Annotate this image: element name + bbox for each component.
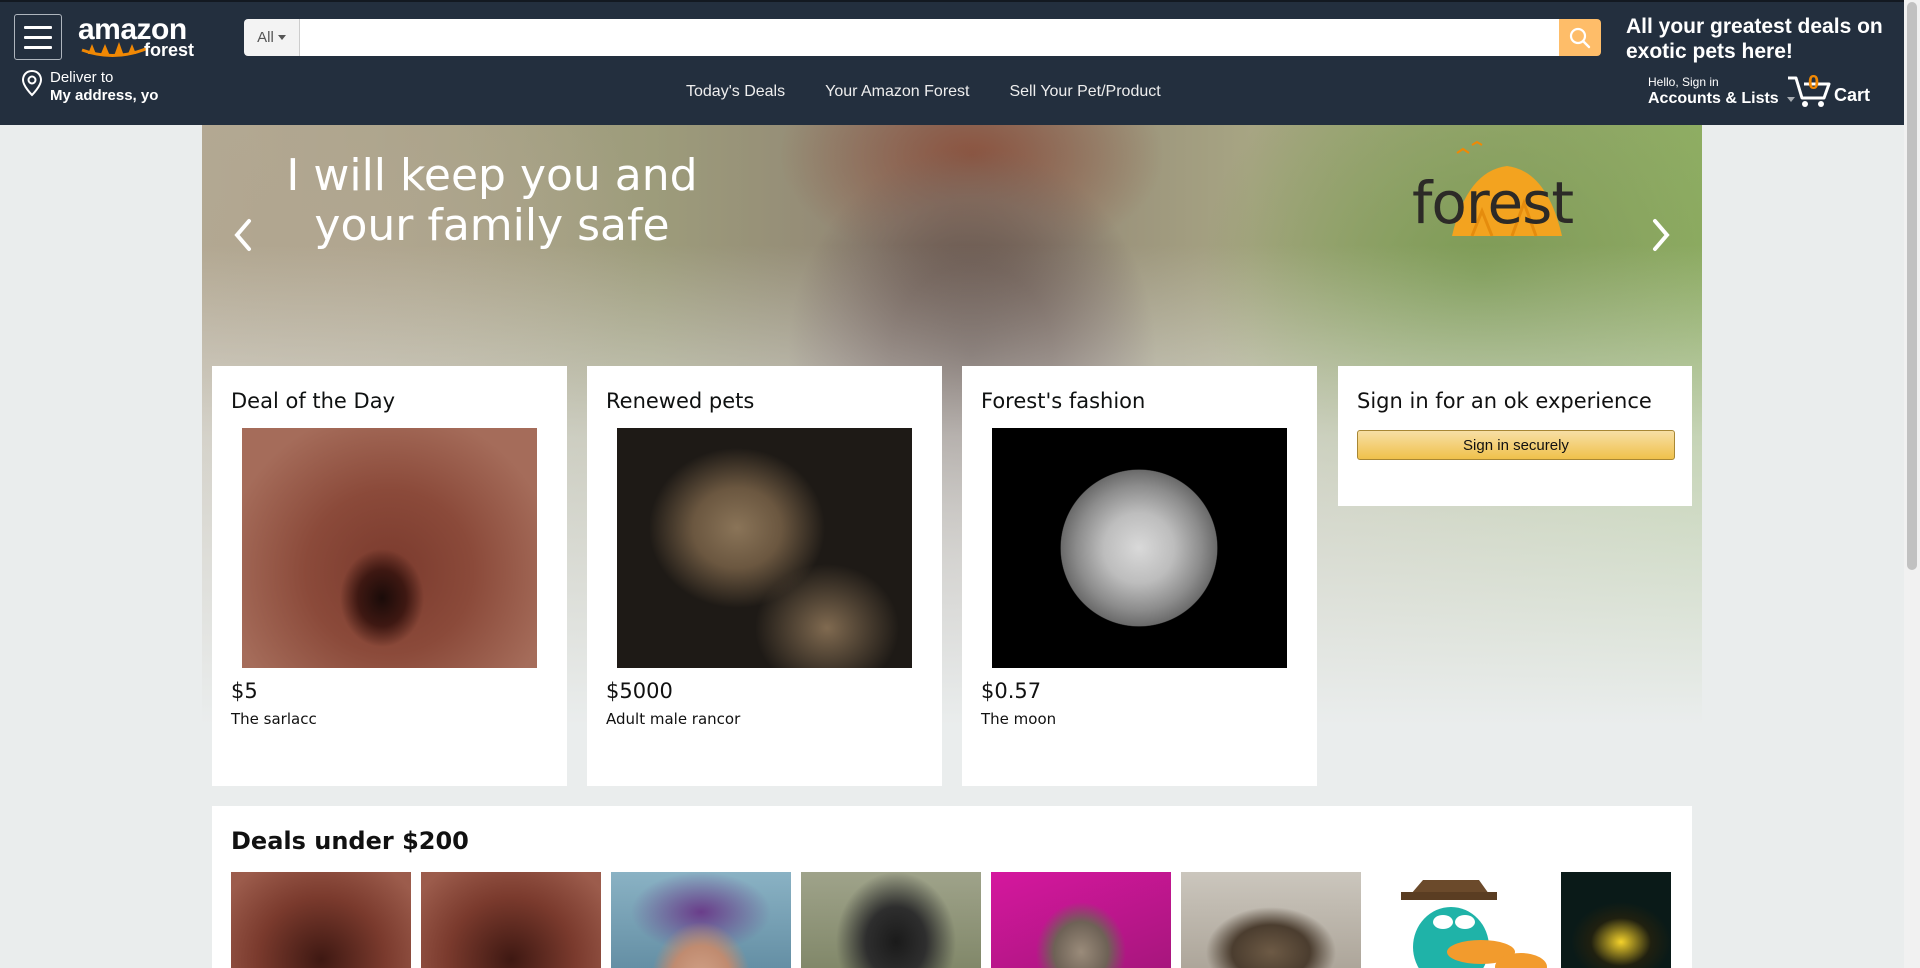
cart-button[interactable]: 0 Cart [1786, 70, 1870, 108]
moon-image[interactable] [992, 428, 1287, 668]
deliver-label: Deliver to [50, 69, 114, 86]
card-price: $5 [231, 679, 258, 703]
deal-thumb-sarlacc[interactable] [231, 872, 411, 968]
deal-thumb-tortoise[interactable] [1181, 872, 1361, 968]
menu-line-icon [24, 45, 52, 49]
card-description: The sarlacc [231, 710, 317, 728]
card-title: Renewed pets [606, 389, 755, 413]
perry-platypus-icon [1401, 880, 1547, 968]
nav-your-amazon-forest[interactable]: Your Amazon Forest [825, 83, 969, 101]
sign-in-securely-button[interactable]: Sign in securely [1357, 430, 1675, 460]
hero-forest-word: forest [1412, 169, 1574, 237]
deal-thumb-sarlacc[interactable] [421, 872, 601, 968]
deliver-to-address[interactable]: Deliver to My address, yo [20, 69, 158, 105]
account-greeting: Hello, Sign in [1648, 75, 1719, 89]
amazon-forest-logo[interactable]: amazon forest [78, 14, 196, 62]
logo-forest-silhouette-icon [81, 42, 149, 58]
card-title: Deal of the Day [231, 389, 395, 413]
menu-line-icon [24, 25, 52, 29]
search-button[interactable] [1559, 19, 1601, 56]
deals-thumbnail-row [231, 872, 1671, 968]
search-input[interactable] [300, 19, 1559, 56]
deal-thumb-poison-dart-frog[interactable] [1561, 872, 1671, 968]
card-deal-of-the-day[interactable]: Deal of the Day $5 The sarlacc [212, 366, 567, 786]
top-header: amazon forest All All your greatest deal… [0, 0, 1904, 125]
search-category-dropdown[interactable]: All [244, 19, 300, 56]
card-price: $0.57 [981, 679, 1042, 703]
signin-card: Sign in for an ok experience Sign in sec… [1338, 366, 1692, 506]
sarlacc-image[interactable] [242, 428, 537, 668]
nav-sell-your-pet[interactable]: Sell Your Pet/Product [1009, 83, 1160, 101]
chevron-right-icon [1653, 219, 1670, 251]
card-price: $5000 [606, 679, 673, 703]
hero-slogan: I will keep you and your family safe [286, 150, 698, 251]
menu-line-icon [24, 35, 52, 39]
signin-title: Sign in for an ok experience [1357, 389, 1652, 413]
account-lists-label: Accounts & Lists [1648, 90, 1779, 107]
promo-text: All your greatest deals on exotic pets h… [1626, 15, 1883, 63]
header-nav: Today's Deals Your Amazon Forest Sell Yo… [686, 83, 1161, 101]
deal-thumb-gorilla[interactable] [801, 872, 981, 968]
chevron-down-icon [277, 35, 286, 40]
card-description: Adult male rancor [606, 710, 741, 728]
page-scrollbar[interactable] [1904, 0, 1920, 968]
hero-forest-logo: forest [1412, 131, 1602, 251]
card-description: The moon [981, 710, 1057, 728]
scrollbar-thumb[interactable] [1907, 2, 1917, 570]
search-icon [1569, 27, 1591, 48]
card-forests-fashion[interactable]: Forest's fashion $0.57 The moon [962, 366, 1317, 786]
deliver-address: My address, yo [50, 87, 159, 104]
search-category-label: All [257, 29, 274, 46]
deals-under-200-section: Deals under $200 [212, 806, 1692, 968]
card-renewed-pets[interactable]: Renewed pets $5000 Adult male rancor [587, 366, 942, 786]
cart-label: Cart [1834, 85, 1871, 105]
carousel-prev-button[interactable] [228, 205, 258, 265]
location-pin-icon [21, 69, 43, 97]
chevron-left-icon [234, 219, 251, 251]
hamburger-menu-button[interactable] [14, 14, 62, 60]
cart-count: 0 [1808, 72, 1820, 94]
deal-thumb-perry-the-platypus[interactable] [1371, 872, 1551, 968]
search-bar: All [244, 19, 1601, 56]
rancor-image[interactable] [617, 428, 912, 668]
carousel-next-button[interactable] [1646, 205, 1676, 265]
card-title: Forest's fashion [981, 389, 1146, 413]
deals-title: Deals under $200 [231, 827, 469, 855]
account-lists-menu[interactable]: Hello, Sign in Accounts & Lists [1648, 75, 1795, 109]
deal-thumb-selfie[interactable] [611, 872, 791, 968]
deal-thumb-cat-food[interactable] [991, 872, 1171, 968]
logo-word-forest: forest [143, 40, 194, 60]
nav-todays-deals[interactable]: Today's Deals [686, 83, 785, 101]
